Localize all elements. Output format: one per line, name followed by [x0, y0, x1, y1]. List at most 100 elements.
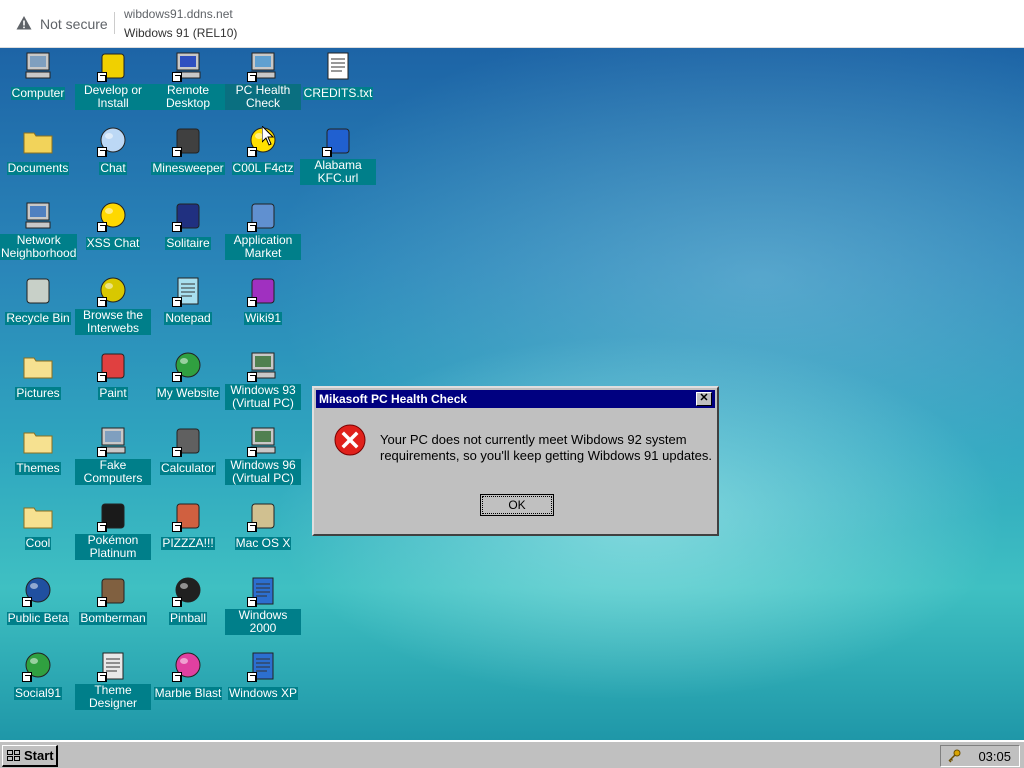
shortcut-arrow-icon — [97, 222, 107, 232]
desktop-icon[interactable]: Alabama KFC.url — [300, 125, 376, 187]
shortcut-arrow-icon — [322, 147, 332, 157]
desktop-icon[interactable]: Mac OS X — [225, 500, 301, 552]
desktop-icon[interactable]: Marble Blast — [150, 650, 226, 702]
desktop-icon[interactable]: My Website — [150, 350, 226, 402]
desktop-icon[interactable]: Computer — [0, 50, 76, 102]
virtual-pc-icon — [247, 350, 279, 382]
key-icon[interactable] — [947, 749, 961, 763]
shortcut-arrow-icon — [247, 147, 257, 157]
window-icon — [97, 650, 129, 682]
desktop-icon[interactable]: Cool — [0, 500, 76, 552]
desktop-icon[interactable]: CREDITS.txt — [300, 50, 376, 102]
dialog-message: Your PC does not currently meet Wibdows … — [380, 432, 713, 463]
shortcut-arrow-icon — [247, 372, 257, 382]
desktop-icon-label: Pictures — [15, 386, 61, 400]
desktop-icon[interactable]: Solitaire — [150, 200, 226, 252]
shortcut-arrow-icon — [22, 672, 32, 682]
desktop-icon[interactable]: Fake Computers — [75, 425, 151, 487]
computer-icon — [97, 425, 129, 457]
close-button[interactable]: ✕ — [696, 392, 712, 406]
desktop-icon[interactable]: Network Neighborhood — [0, 200, 78, 262]
warning-triangle-icon — [16, 16, 32, 30]
desktop-icon[interactable]: Windows 2000 — [225, 575, 301, 637]
desktop-icon[interactable]: Bomberman — [75, 575, 151, 627]
desktop-icon[interactable]: Documents — [0, 125, 76, 177]
desktop-icon-label: Windows 93 (Virtual PC) — [225, 384, 301, 410]
desktop-icon-label: Paint — [98, 386, 128, 400]
shortcut-arrow-icon — [247, 522, 257, 532]
desktop-icon-label: PIZZZA!!! — [161, 536, 215, 550]
desktop-icon-label: Themes — [15, 461, 61, 475]
desktop-icon[interactable]: Themes — [0, 425, 76, 477]
desktop-icon[interactable]: XSS Chat — [75, 200, 151, 252]
desktop-icon-label: CREDITS.txt — [302, 86, 374, 100]
chat-bubble-icon — [97, 125, 129, 157]
page-title: Wibdows 91 (REL10) — [124, 26, 238, 40]
system-tray: 03:05 — [940, 745, 1020, 767]
desktop-icon[interactable]: PIZZZA!!! — [150, 500, 226, 552]
desktop-icon-label: Theme Designer — [75, 684, 151, 710]
desktop[interactable]: Computer Develop or Install Remote Desktop… — [0, 48, 1024, 740]
start-button[interactable]: Start — [2, 745, 58, 767]
desktop-icon[interactable]: Chat — [75, 125, 151, 177]
desktop-icon[interactable]: Windows 96 (Virtual PC) — [225, 425, 301, 487]
desktop-icon[interactable]: Minesweeper — [150, 125, 226, 177]
network-icon — [22, 200, 54, 232]
desktop-icon-label: Marble Blast — [153, 686, 223, 700]
ok-button[interactable]: OK — [480, 494, 554, 516]
windows-logo-icon — [247, 650, 279, 682]
taskbar: Start 03:05 — [0, 740, 1024, 768]
desktop-icon[interactable]: Theme Designer — [75, 650, 151, 712]
mouse-cursor-icon — [262, 126, 274, 146]
desktop-icon-label: Application Market — [225, 234, 301, 260]
internet-shortcut-icon — [322, 125, 354, 157]
security-status[interactable]: Not secure — [40, 16, 108, 32]
desktop-icon[interactable]: Notepad — [150, 275, 226, 327]
desktop-icon[interactable]: Social91 — [0, 650, 76, 702]
desktop-icon[interactable]: Windows XP — [225, 650, 301, 702]
shortcut-arrow-icon — [97, 597, 107, 607]
dialog-titlebar[interactable]: Mikasoft PC Health Check ✕ — [316, 390, 715, 408]
shortcut-arrow-icon — [172, 147, 182, 157]
divider — [114, 12, 115, 34]
desktop-icon[interactable]: Paint — [75, 350, 151, 402]
desktop-icon[interactable]: Calculator — [150, 425, 226, 477]
paint-icon — [97, 350, 129, 382]
shortcut-arrow-icon — [97, 672, 107, 682]
shortcut-arrow-icon — [172, 297, 182, 307]
desktop-icon-label: Solitaire — [165, 236, 211, 250]
cards-icon — [172, 200, 204, 232]
desktop-icon[interactable]: Wiki91 — [225, 275, 301, 327]
desktop-icon[interactable]: Pinball — [150, 575, 226, 627]
globe-icon — [22, 650, 54, 682]
desktop-icon[interactable]: Windows 93 (Virtual PC) — [225, 350, 301, 412]
desktop-icon-label: Develop or Install — [75, 84, 151, 110]
desktop-icon[interactable]: PC Health Check — [225, 50, 301, 112]
virtual-pc-icon — [247, 425, 279, 457]
shortcut-arrow-icon — [172, 597, 182, 607]
desktop-icon-label: Wiki91 — [243, 311, 282, 325]
desktop-icon[interactable]: Browse the Interwebs — [75, 275, 151, 337]
computer-icon — [22, 50, 54, 82]
folder-icon — [22, 500, 54, 532]
desktop-icon[interactable]: Develop or Install — [75, 50, 151, 112]
browser-ring-icon — [97, 275, 129, 307]
shortcut-arrow-icon — [172, 522, 182, 532]
shortcut-arrow-icon — [172, 72, 182, 82]
book-icon — [247, 275, 279, 307]
desktop-icon-label: Alabama KFC.url — [300, 159, 376, 185]
desktop-icon-label: Social91 — [13, 686, 63, 700]
desktop-icon[interactable]: Recycle Bin — [0, 275, 76, 327]
desktop-icon-label: Recycle Bin — [5, 311, 71, 325]
desktop-icon[interactable]: Pokémon Platinum — [75, 500, 151, 562]
url-text[interactable]: wibdows91.ddns.net — [124, 7, 233, 21]
desktop-icon-label: Calculator — [159, 461, 217, 475]
desktop-icon[interactable]: Pictures — [0, 350, 76, 402]
clock[interactable]: 03:05 — [978, 749, 1011, 764]
desktop-icon[interactable]: Remote Desktop — [150, 50, 226, 112]
folder-icon — [22, 350, 54, 382]
desktop-icon-label: Notepad — [164, 311, 212, 325]
desktop-icon[interactable]: Public Beta — [0, 575, 76, 627]
desktop-icon[interactable]: Application Market — [225, 200, 301, 262]
desktop-icon-label: Pokémon Platinum — [75, 534, 151, 560]
